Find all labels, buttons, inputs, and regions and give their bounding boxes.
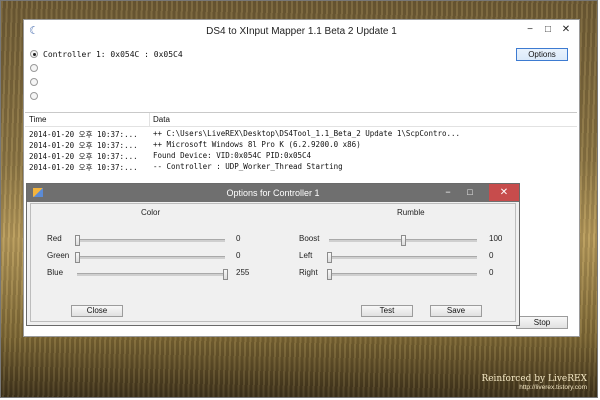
log-row[interactable]: 2014-01-20 오후 10:37:... ++ C:\Users\Live… [25, 129, 577, 139]
left-slider-thumb[interactable] [327, 252, 332, 263]
radio-dot[interactable] [30, 92, 38, 100]
watermark-text: Reinforced by LiveREX [481, 374, 587, 384]
boost-slider-thumb[interactable] [401, 235, 406, 246]
red-slider[interactable] [75, 235, 225, 246]
red-value: 0 [236, 234, 241, 243]
red-label: Red [47, 234, 62, 243]
left-value: 0 [489, 251, 494, 260]
radio-dot[interactable] [30, 78, 38, 86]
right-label: Right [299, 268, 318, 277]
rumble-section-title: Rumble [397, 208, 425, 217]
dialog-maximize-button[interactable]: □ [461, 186, 479, 199]
log-header: Time Data [25, 113, 577, 127]
blue-value: 255 [236, 268, 250, 277]
right-value: 0 [489, 268, 494, 277]
radio-dot[interactable] [30, 64, 38, 72]
boost-value: 100 [489, 234, 503, 243]
red-slider-thumb[interactable] [75, 235, 80, 246]
log-time: 2014-01-20 오후 10:37:... [29, 141, 138, 150]
log-row[interactable]: 2014-01-20 오후 10:37:... Found Device: VI… [25, 151, 577, 161]
color-section-title: Color [141, 208, 161, 217]
save-button[interactable]: Save [430, 305, 482, 317]
log-data: Found Device: VID:0x054C PID:0x05C4 [153, 151, 312, 160]
watermark-url: http://liverex.tistory.com [519, 384, 587, 391]
window-title: DS4 to XInput Mapper 1.1 Beta 2 Update 1 [206, 26, 397, 37]
green-label: Green [47, 251, 70, 260]
green-value: 0 [236, 251, 241, 260]
column-data[interactable]: Data [153, 115, 170, 124]
log-row[interactable]: 2014-01-20 오후 10:37:... ++ Microsoft Win… [25, 140, 577, 150]
left-label: Left [299, 251, 313, 260]
log-time: 2014-01-20 오후 10:37:... [29, 163, 138, 172]
stop-button[interactable]: Stop [516, 316, 568, 329]
close-button[interactable]: ✕ [559, 24, 573, 36]
blue-slider-thumb[interactable] [223, 269, 228, 280]
minimize-button[interactable]: − [523, 24, 537, 36]
maximize-button[interactable]: □ [541, 24, 555, 36]
controller-label: Controller 1: 0x054C : 0x05C4 [43, 49, 183, 59]
controller-radio-3[interactable] [30, 76, 38, 88]
dialog-minimize-button[interactable]: − [439, 186, 457, 199]
right-slider[interactable] [327, 269, 477, 280]
green-slider[interactable] [75, 252, 225, 263]
dialog-body: Color Rumble Red 0 Green 0 Blue 255 Boos… [30, 203, 516, 322]
column-divider[interactable] [149, 113, 150, 126]
column-time[interactable]: Time [29, 115, 46, 124]
dialog-close-icon[interactable]: ✕ [489, 184, 519, 201]
log-row[interactable]: 2014-01-20 오후 10:37:... -- Controller : … [25, 162, 577, 172]
right-slider-thumb[interactable] [327, 269, 332, 280]
dialog-title-bar[interactable]: Options for Controller 1 − □ ✕ [27, 184, 519, 202]
desktop-background: ☾ DS4 to XInput Mapper 1.1 Beta 2 Update… [0, 0, 598, 398]
test-button[interactable]: Test [361, 305, 413, 317]
watermark-logo: Reinforced by LiveREX http://liverex.tis… [481, 374, 587, 391]
boost-label: Boost [299, 234, 320, 243]
blue-label: Blue [47, 268, 64, 277]
log-time: 2014-01-20 오후 10:37:... [29, 130, 138, 139]
radio-dot[interactable] [30, 50, 38, 58]
green-slider-thumb[interactable] [75, 252, 80, 263]
title-bar[interactable]: ☾ DS4 to XInput Mapper 1.1 Beta 2 Update… [24, 20, 579, 44]
boost-slider[interactable] [329, 235, 477, 246]
close-dialog-button[interactable]: Close [71, 305, 123, 317]
controller-radio-4[interactable] [30, 90, 38, 102]
controller-radio-2[interactable] [30, 62, 38, 74]
log-data: ++ Microsoft Windows 8l Pro K (6.2.9200.… [153, 140, 361, 149]
controller-radio-1[interactable]: Controller 1: 0x054C : 0x05C4 [30, 48, 183, 60]
options-dialog: Options for Controller 1 − □ ✕ Color Rum… [26, 183, 520, 326]
log-data: ++ C:\Users\LiveREX\Desktop\DS4Tool_1.1_… [153, 129, 461, 138]
blue-slider[interactable] [77, 269, 228, 280]
options-button[interactable]: Options [516, 48, 568, 61]
log-time: 2014-01-20 오후 10:37:... [29, 152, 138, 161]
log-data: -- Controller : UDP_Worker_Thread Starti… [153, 162, 343, 171]
left-slider[interactable] [327, 252, 477, 263]
